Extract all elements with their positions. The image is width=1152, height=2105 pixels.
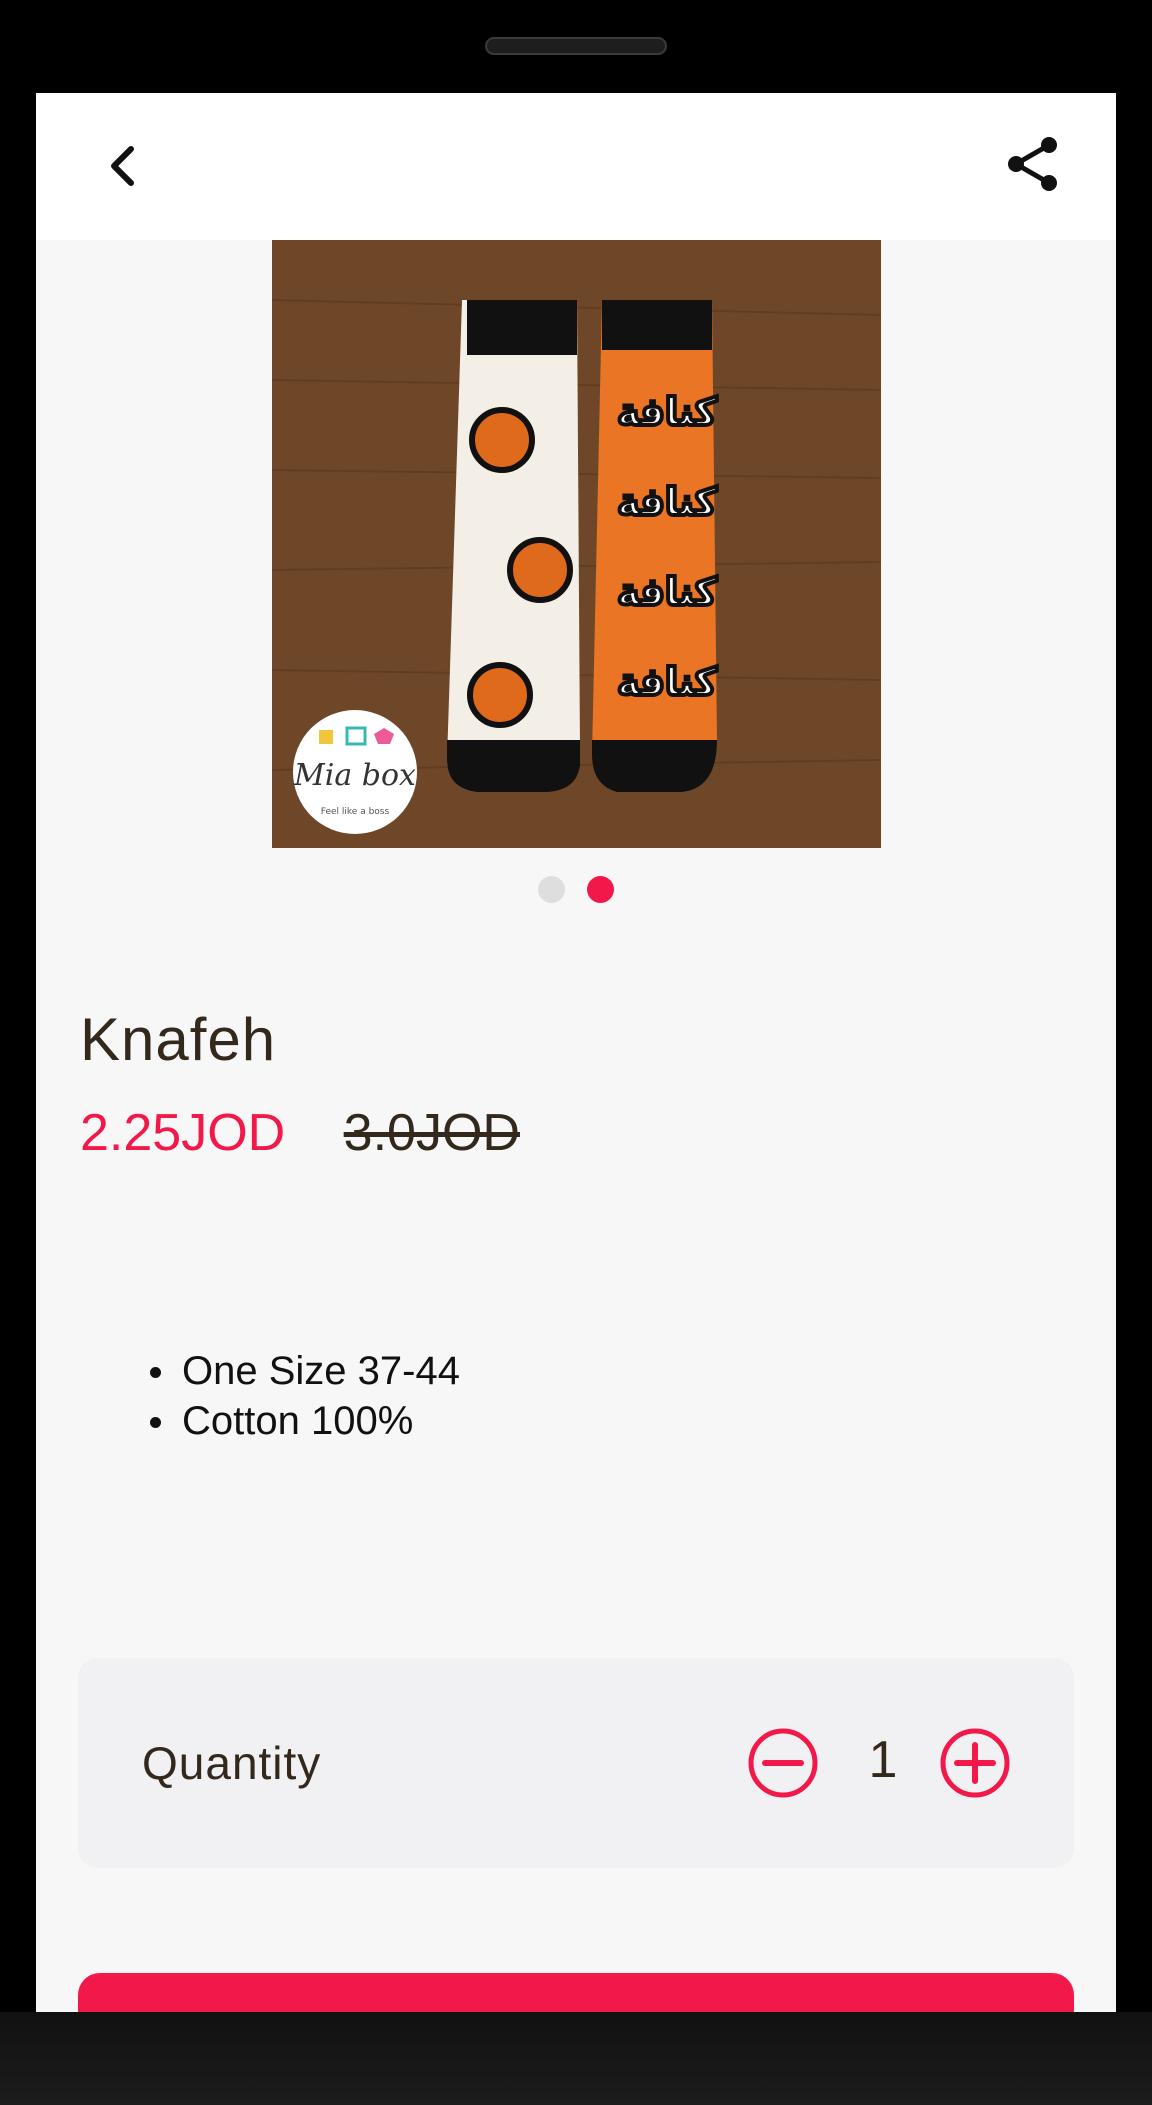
product-image[interactable]: كنافة كنافة كنافة كنافة Mia box Feel lik… [272, 240, 881, 848]
list-item: Cotton 100% [148, 1396, 460, 1446]
phone-bottom-bezel [0, 2012, 1152, 2105]
sock-text: كنافة [617, 570, 718, 614]
feature-list: One Size 37-44 Cotton 100% [148, 1346, 460, 1446]
original-price: 3.0JOD [343, 1104, 520, 1162]
quantity-card: Quantity 1 [78, 1658, 1074, 1868]
decrease-quantity-button[interactable] [747, 1727, 819, 1799]
share-icon [1008, 137, 1057, 191]
quantity-label: Quantity [142, 1737, 322, 1789]
chevron-left-icon [111, 146, 134, 186]
add-to-cart-button[interactable] [78, 1973, 1074, 2012]
minus-circle-icon [748, 1728, 818, 1798]
share-button[interactable] [1004, 135, 1064, 195]
logo-text: Mia box [293, 758, 416, 793]
carousel-indicator [36, 876, 1116, 904]
current-price: 2.25JOD [80, 1104, 286, 1162]
sock-text: كنافة [617, 480, 718, 524]
price-row: 2.25JOD 3.0JOD [80, 1103, 520, 1163]
sock-text: كنافة [617, 660, 718, 704]
carousel-dot-active[interactable] [586, 876, 614, 903]
back-button[interactable] [96, 137, 156, 197]
sock-text: كنافة [617, 390, 718, 434]
product-title: Knafeh [80, 1006, 277, 1073]
app-screen: كنافة كنافة كنافة كنافة Mia box Feel lik… [36, 93, 1116, 2012]
plus-circle-icon [940, 1728, 1010, 1798]
logo-tagline: Feel like a boss [321, 807, 390, 817]
increase-quantity-button[interactable] [939, 1727, 1011, 1799]
list-item: One Size 37-44 [148, 1346, 460, 1396]
quantity-value: 1 [868, 1731, 898, 1789]
phone-speaker [485, 37, 667, 55]
product-photo: كنافة كنافة كنافة كنافة Mia box Feel lik… [272, 240, 881, 848]
top-bar [36, 93, 1116, 240]
phone-frame: كنافة كنافة كنافة كنافة Mia box Feel lik… [0, 0, 1152, 2105]
carousel-dot[interactable] [538, 876, 566, 903]
